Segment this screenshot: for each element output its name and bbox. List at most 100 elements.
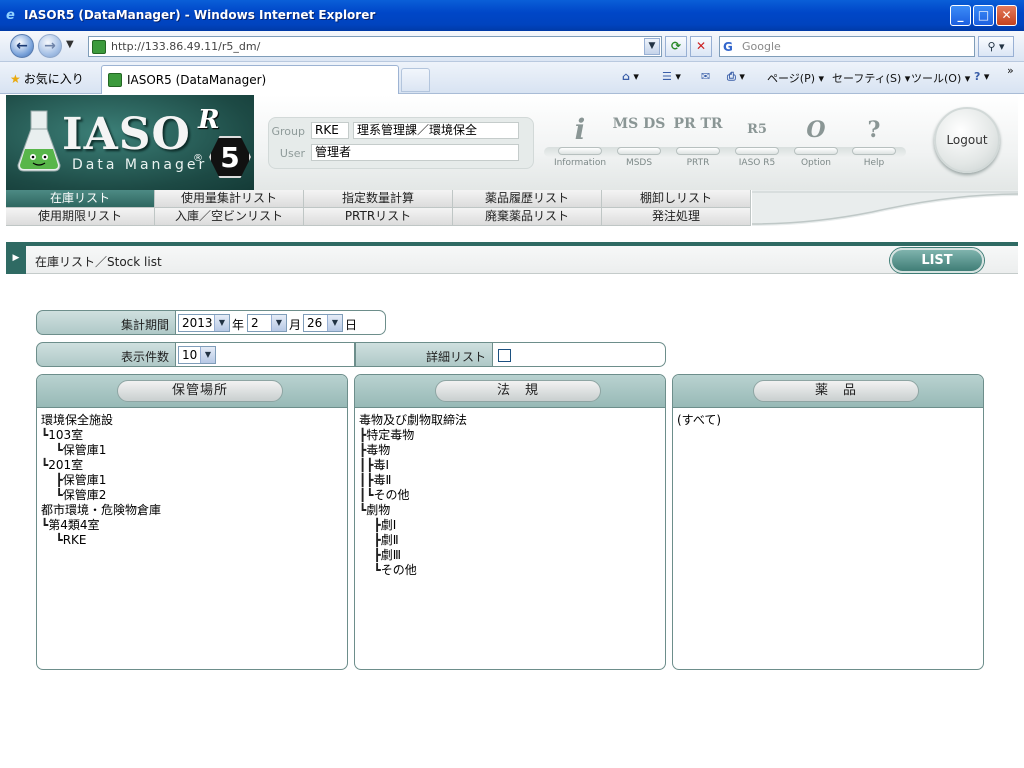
tree-item-label[interactable]: 劇物 bbox=[366, 503, 390, 517]
year-select[interactable]: 2013 ▼ bbox=[178, 314, 230, 332]
search-box[interactable]: G Google bbox=[719, 36, 975, 57]
tree-item-label[interactable]: RKE bbox=[63, 533, 87, 547]
count-select[interactable]: 10 ▼ bbox=[178, 346, 216, 364]
tree-item-label[interactable]: 環境保全施設 bbox=[41, 413, 113, 427]
history-dropdown-icon[interactable]: ▼ bbox=[66, 39, 74, 50]
information-bar bbox=[558, 147, 602, 155]
msds-button[interactable]: MS DS MSDS bbox=[609, 115, 669, 175]
menu-stock-list[interactable]: 在庫リスト bbox=[6, 190, 155, 208]
day-select[interactable]: 26 ▼ bbox=[303, 314, 343, 332]
mail-button[interactable]: ✉ bbox=[701, 70, 710, 83]
information-button[interactable]: i Information bbox=[550, 115, 610, 175]
tree-item-label[interactable]: (すべて) bbox=[677, 413, 721, 427]
menu-ordering[interactable]: 発注処理 bbox=[602, 208, 751, 226]
menu-prtr-list[interactable]: PRTRリスト bbox=[304, 208, 453, 226]
address-url[interactable]: http://133.86.49.11/r5_dm/ bbox=[111, 40, 260, 53]
tree-item[interactable]: 環境保全施設 bbox=[41, 413, 343, 428]
stop-button[interactable]: ✕ bbox=[690, 36, 712, 57]
month-select[interactable]: 2 ▼ bbox=[247, 314, 287, 332]
help-button[interactable]: ? Help bbox=[844, 115, 904, 175]
tree-item-label[interactable]: 毒物 bbox=[366, 443, 390, 457]
forward-button[interactable]: → bbox=[38, 34, 62, 58]
feeds-button[interactable]: ☰ ▾ bbox=[662, 70, 681, 83]
search-button[interactable]: ⚲ ▾ bbox=[978, 36, 1014, 57]
law-panel-title: 法 規 bbox=[435, 380, 601, 402]
tree-item-label[interactable]: 都市環境・危険物倉庫 bbox=[41, 503, 161, 517]
tree-item-label[interactable]: 201室 bbox=[48, 458, 83, 472]
favorites-button[interactable]: ★ お気に入り bbox=[10, 70, 84, 87]
prtr-button[interactable]: PR TR PRTR bbox=[668, 115, 728, 175]
back-button[interactable]: ← bbox=[10, 34, 34, 58]
tree-item[interactable]: ┃┣毒Ⅰ bbox=[359, 458, 661, 473]
tree-item[interactable]: ┃┗その他 bbox=[359, 488, 661, 503]
tree-item[interactable]: ┣保管庫1 bbox=[41, 473, 343, 488]
detail-list-checkbox[interactable] bbox=[498, 349, 511, 362]
tree-item-label[interactable]: 保管庫2 bbox=[63, 488, 107, 502]
tree-item-label[interactable]: その他 bbox=[381, 563, 417, 577]
menu-inventory[interactable]: 棚卸しリスト bbox=[602, 190, 751, 208]
tree-item[interactable]: ┣毒物 bbox=[359, 443, 661, 458]
menu-receipt-empty-bottle[interactable]: 入庫／空ビンリスト bbox=[155, 208, 304, 226]
tree-item[interactable]: ┣劇Ⅱ bbox=[359, 533, 661, 548]
address-bar[interactable]: http://133.86.49.11/r5_dm/ ▼ bbox=[88, 36, 662, 57]
tree-item[interactable]: ┃┣毒Ⅱ bbox=[359, 473, 661, 488]
option-button[interactable]: O Option bbox=[786, 115, 846, 175]
user-label: User bbox=[279, 147, 305, 160]
home-button[interactable]: ⌂ ▾ bbox=[622, 70, 639, 83]
tree-item-label[interactable]: 第4類4室 bbox=[48, 518, 99, 532]
menu-designated-quantity[interactable]: 指定数量計算 bbox=[304, 190, 453, 208]
tree-item[interactable]: ┗201室 bbox=[41, 458, 343, 473]
search-placeholder[interactable]: Google bbox=[742, 40, 781, 53]
logout-button[interactable]: Logout bbox=[934, 107, 1000, 173]
menu-chemical-history[interactable]: 薬品履歴リスト bbox=[453, 190, 602, 208]
tree-item-label[interactable]: その他 bbox=[373, 488, 409, 502]
tree-item[interactable]: ┗第4類4室 bbox=[41, 518, 343, 533]
safety-menu[interactable]: セーフティ(S) ▾ bbox=[832, 70, 910, 86]
tree-item[interactable]: 毒物及び劇物取締法 bbox=[359, 413, 661, 428]
tree-item[interactable]: ┗保管庫1 bbox=[41, 443, 343, 458]
tree-item-label[interactable]: 特定毒物 bbox=[366, 428, 414, 442]
refresh-button[interactable]: ⟳ bbox=[665, 36, 687, 57]
tree-item[interactable]: ┗保管庫2 bbox=[41, 488, 343, 503]
tree-item[interactable]: ┗RKE bbox=[41, 533, 343, 548]
tree-branch: ┗ bbox=[41, 443, 63, 457]
tree-item-label[interactable]: 毒物及び劇物取締法 bbox=[359, 413, 467, 427]
help-menu[interactable]: ? ▾ bbox=[974, 70, 989, 83]
tree-item[interactable]: ┗103室 bbox=[41, 428, 343, 443]
close-button[interactable]: ✕ bbox=[996, 5, 1017, 26]
tree-item[interactable]: ┗劇物 bbox=[359, 503, 661, 518]
tree-item-label[interactable]: 毒Ⅱ bbox=[373, 473, 391, 487]
print-button[interactable]: ⎙ ▾ bbox=[727, 70, 745, 84]
menu-expiry-list[interactable]: 使用期限リスト bbox=[6, 208, 155, 226]
iaso-r5-button[interactable]: R5 IASO R5 bbox=[727, 115, 787, 175]
tree-item-label[interactable]: 劇Ⅰ bbox=[381, 518, 397, 532]
year-dropdown-icon[interactable]: ▼ bbox=[214, 315, 229, 331]
menu-usage-summary[interactable]: 使用量集計リスト bbox=[155, 190, 304, 208]
address-dropdown-icon[interactable]: ▼ bbox=[644, 38, 660, 55]
chevron-icon[interactable]: » bbox=[1007, 64, 1014, 77]
tree-item[interactable]: ┣特定毒物 bbox=[359, 428, 661, 443]
maximize-button[interactable]: □ bbox=[973, 5, 994, 26]
tree-item[interactable]: 都市環境・危険物倉庫 bbox=[41, 503, 343, 518]
tree-item-label[interactable]: 保管庫1 bbox=[63, 473, 107, 487]
prtr-icon: PR TR bbox=[673, 116, 723, 132]
tree-item[interactable]: ┣劇Ⅰ bbox=[359, 518, 661, 533]
menu-disposal-list[interactable]: 廃棄薬品リスト bbox=[453, 208, 602, 226]
month-dropdown-icon[interactable]: ▼ bbox=[271, 315, 286, 331]
list-button[interactable]: LIST bbox=[890, 248, 984, 273]
tree-item-label[interactable]: 毒Ⅰ bbox=[373, 458, 389, 472]
tree-item-label[interactable]: 保管庫1 bbox=[63, 443, 107, 457]
new-tab-button[interactable] bbox=[401, 68, 430, 92]
tools-menu[interactable]: ツール(O) ▾ bbox=[911, 70, 970, 86]
page-menu[interactable]: ページ(P) ▾ bbox=[767, 70, 824, 86]
day-dropdown-icon[interactable]: ▼ bbox=[327, 315, 342, 331]
browser-tab[interactable]: IASOR5 (DataManager) bbox=[101, 65, 399, 94]
tree-item-label[interactable]: 劇Ⅱ bbox=[381, 533, 399, 547]
tree-item-label[interactable]: 劇Ⅲ bbox=[381, 548, 401, 562]
minimize-button[interactable]: _ bbox=[950, 5, 971, 26]
tree-item[interactable]: ┣劇Ⅲ bbox=[359, 548, 661, 563]
count-dropdown-icon[interactable]: ▼ bbox=[200, 347, 215, 363]
tree-item[interactable]: (すべて) bbox=[677, 413, 979, 428]
tree-item-label[interactable]: 103室 bbox=[48, 428, 83, 442]
tree-item[interactable]: ┗その他 bbox=[359, 563, 661, 578]
